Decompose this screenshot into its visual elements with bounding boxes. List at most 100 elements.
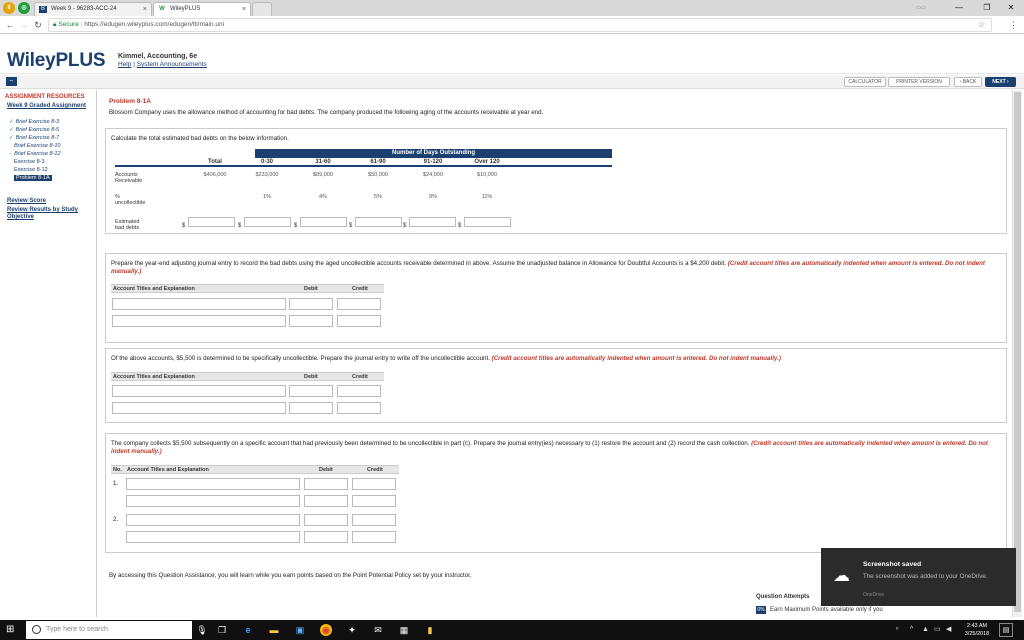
- printer-version-button[interactable]: PRINTER VERSION: [888, 77, 950, 87]
- part-d-credit-input-2a[interactable]: [352, 514, 396, 526]
- calculator-button[interactable]: CALCULATOR: [844, 77, 886, 87]
- task-view-icon[interactable]: ❐: [216, 624, 228, 636]
- estimated-91-120-input[interactable]: [409, 217, 456, 227]
- sidebar-item-be-8-3[interactable]: ✓ Brief Exercise 8-3: [9, 119, 59, 125]
- col-31-60: 31-60: [315, 159, 331, 165]
- part-d-account-input-2a[interactable]: [126, 514, 300, 526]
- back-arrow-icon[interactable]: ←: [4, 18, 16, 32]
- scrollbar-thumb[interactable]: [1014, 92, 1021, 612]
- part-c-credit-input-2[interactable]: [337, 402, 381, 414]
- sidebar-item-be-8-10[interactable]: Brief Exercise 8-10: [14, 143, 60, 149]
- part-b-debit-input-1[interactable]: [289, 298, 333, 310]
- browser-menu-icon[interactable]: ⋮: [1009, 18, 1018, 32]
- sidebar-item-e-8-3[interactable]: Exercise 8-3: [14, 159, 45, 165]
- col-91-120: 91-120: [423, 159, 443, 165]
- close-tab-icon[interactable]: ×: [143, 3, 147, 16]
- col-account-titles: Account Titles and Explanation: [113, 374, 195, 380]
- next-button[interactable]: NEXT ›: [985, 77, 1016, 87]
- store-icon[interactable]: ▣: [294, 624, 306, 636]
- app-icon[interactable]: ✦: [346, 624, 358, 636]
- part-d-account-input-1a[interactable]: [126, 478, 300, 490]
- part-d-debit-input-1a[interactable]: [304, 478, 348, 490]
- battery-icon[interactable]: ▭: [934, 623, 941, 637]
- currency-sign: $: [458, 223, 462, 229]
- sidebar-item-p-8-1a[interactable]: Problem 8-1A: [14, 175, 52, 181]
- close-window-button[interactable]: ✕: [996, 0, 1024, 16]
- part-b-account-input-2[interactable]: [112, 315, 286, 327]
- sidebar-item-e-8-12[interactable]: Exercise 8-12: [14, 167, 48, 173]
- question-attempts-label: Question Attempts: [756, 594, 810, 600]
- review-results-link[interactable]: Review Results by Study Objective: [7, 207, 92, 221]
- chrome-icon[interactable]: ◉: [320, 624, 332, 636]
- people-icon[interactable]: ⁿ: [896, 623, 899, 637]
- help-link[interactable]: Help: [118, 61, 131, 68]
- wileyplus-logo: WileyPLUS: [7, 50, 106, 71]
- tab-week9[interactable]: B Week 9 - 96283-ACC-24 ×: [34, 2, 152, 16]
- assignment-link[interactable]: Week 9 Graded Assignment: [7, 103, 89, 110]
- tray-chevron-icon[interactable]: ^: [910, 623, 913, 637]
- estimated-61-90-input[interactable]: [355, 217, 402, 227]
- part-d-credit-input-1a[interactable]: [352, 478, 396, 490]
- part-d-debit-input-2a[interactable]: [304, 514, 348, 526]
- system-announcements-link[interactable]: System Announcements: [137, 61, 207, 68]
- sidebar-item-be-8-12[interactable]: – Brief Exercise 8-12: [9, 151, 61, 157]
- profile-button[interactable]: ▭▭: [902, 0, 940, 16]
- new-tab-button[interactable]: [252, 2, 272, 16]
- taskbar-clock[interactable]: 2:43 AM 3/25/2018: [960, 622, 994, 638]
- part-d-debit-input-2b[interactable]: [304, 531, 348, 543]
- part-d-account-input-1b[interactable]: [126, 495, 300, 507]
- review-score-link[interactable]: Review Score: [7, 198, 46, 204]
- col-0-30: 0-30: [260, 159, 273, 165]
- calculator-icon[interactable]: ▦: [398, 624, 410, 636]
- question-assistance-note: By accessing this Question Assistance, y…: [109, 572, 472, 579]
- part-d-debit-input-1b[interactable]: [304, 495, 348, 507]
- sidebar-item-be-8-7[interactable]: ✓ Brief Exercise 8-7: [9, 135, 59, 141]
- problem-description: Blossom Company uses the allowance metho…: [109, 109, 544, 116]
- taskbar-search-box[interactable]: Type here to search: [26, 621, 192, 639]
- part-b-debit-input-2[interactable]: [289, 315, 333, 327]
- part-b-account-input-1[interactable]: [112, 298, 286, 310]
- back-button[interactable]: ‹ BACK: [954, 77, 982, 87]
- windows-start-icon[interactable]: ⊞: [6, 625, 16, 635]
- toast-source: OneDrive: [863, 592, 885, 598]
- extension-circle-icon[interactable]: ◎: [18, 2, 30, 14]
- minimize-button[interactable]: —: [944, 0, 974, 16]
- extension-lock-icon[interactable]: 8: [3, 2, 15, 14]
- estimated-0-30-input[interactable]: [244, 217, 291, 227]
- part-d-credit-input-1b[interactable]: [352, 495, 396, 507]
- microphone-icon[interactable]: 🎙︎: [196, 624, 208, 636]
- action-center-icon[interactable]: ▤: [999, 623, 1013, 637]
- part-b-credit-input-1[interactable]: [337, 298, 381, 310]
- part-d-account-input-2b[interactable]: [126, 531, 300, 543]
- part-b-credit-input-2[interactable]: [337, 315, 381, 327]
- edge-icon[interactable]: e: [242, 624, 254, 636]
- estimated-total-input[interactable]: [188, 217, 235, 227]
- forward-arrow-icon[interactable]: →: [18, 18, 30, 32]
- estimated-31-60-input[interactable]: [300, 217, 347, 227]
- part-c-account-input-2[interactable]: [112, 402, 286, 414]
- sidebar-item-be-8-5[interactable]: ✓ Brief Exercise 8-5: [9, 127, 59, 133]
- tab-wileyplus[interactable]: W WileyPLUS ×: [153, 2, 251, 16]
- table-cell: $406,000: [203, 172, 227, 178]
- close-tab-icon[interactable]: ×: [242, 3, 246, 16]
- estimated-over-120-input[interactable]: [464, 217, 511, 227]
- tab-title: WileyPLUS: [170, 6, 201, 12]
- bookmark-star-icon[interactable]: ☆: [978, 19, 985, 31]
- row-estimated-bad-debts: Estimated bad debts: [115, 219, 140, 231]
- page-scrollbar[interactable]: [1012, 90, 1022, 617]
- reload-icon[interactable]: ↻: [32, 18, 44, 32]
- mail-icon[interactable]: ✉: [372, 624, 384, 636]
- part-c-account-input-1[interactable]: [112, 385, 286, 397]
- network-icon[interactable]: ▲: [922, 623, 929, 637]
- part-d-credit-input-2b[interactable]: [352, 531, 396, 543]
- part-c-debit-input-1[interactable]: [289, 385, 333, 397]
- currency-sign: $: [349, 223, 353, 229]
- url-field[interactable]: 🔒︎ Secure | https://edugen.wileyplus.com…: [48, 18, 992, 32]
- volume-icon[interactable]: ◀︎: [946, 623, 951, 637]
- fullscreen-icon[interactable]: ⇔: [6, 77, 17, 86]
- part-c-credit-input-1[interactable]: [337, 385, 381, 397]
- file-explorer-icon[interactable]: ▬: [268, 624, 280, 636]
- screenshot-toast[interactable]: ☁ Screenshot saved The screenshot was ad…: [821, 548, 1016, 606]
- part-c-debit-input-2[interactable]: [289, 402, 333, 414]
- sticky-notes-icon[interactable]: ▮: [424, 624, 436, 636]
